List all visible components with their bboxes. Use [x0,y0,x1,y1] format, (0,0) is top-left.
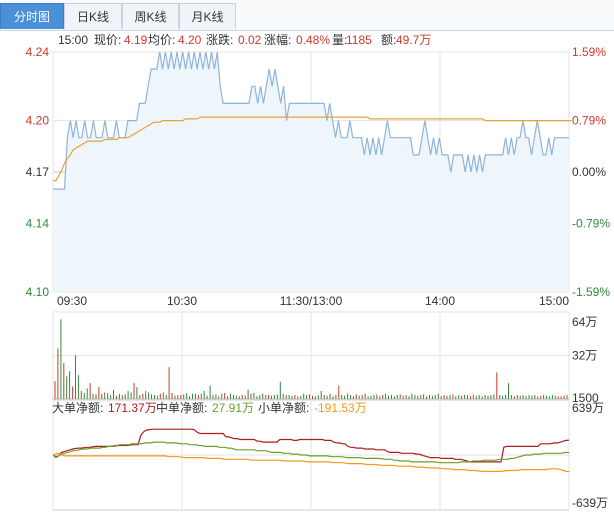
percent-y-tick: 0.00% [572,165,606,179]
info-price-value: 4.19 [124,33,148,47]
info-price-label: 现价: [94,33,121,47]
percent-y-tick: 0.79% [572,114,606,128]
tab-intraday[interactable]: 分时图 [0,3,64,29]
time-x-tick: 15:00 [539,294,569,308]
time-x-tick: 11:30/13:00 [280,294,343,308]
info-amount-value: 49.7万 [396,33,431,47]
percent-y-tick: -1.59% [572,285,610,299]
info-change-value: 0.02 [238,33,262,47]
tab-monthly-k[interactable]: 月K线 [179,3,236,29]
money-flow-panel: 639万 -639万 [52,399,608,511]
price-panel: 4.24 1.59% 4.20 0.79% 4.17 0.00% 4.14 -0.79% 4.1… [26,45,611,308]
time-x-tick: 10:30 [167,294,197,308]
volume-y-tick: 64万 [572,315,597,329]
flow-big-label: 大单净额: [52,401,103,415]
flow-small-value: -191.53万 [314,401,367,415]
flow-mid-value: 27.91万 [212,401,254,415]
flow-y-tick: 639万 [572,401,604,415]
volume-panel: 64万32万1500 [52,311,599,405]
time-x-tick: 14:00 [425,294,455,308]
time-x-tick: 09:30 [57,294,87,308]
info-avg-value: 4.20 [178,33,202,47]
flow-big-value: 171.37万 [108,401,157,415]
info-pct-label: 涨幅: [264,32,291,47]
tab-daily-k[interactable]: 日K线 [64,3,122,29]
price-y-tick: 4.24 [26,45,50,59]
price-y-tick: 4.20 [26,114,50,128]
price-y-tick: 4.17 [26,165,50,179]
percent-y-tick: -0.79% [572,216,610,230]
volume-y-tick: 32万 [572,349,597,363]
info-vol-value: 1185 [346,33,372,47]
price-y-tick: 4.10 [26,285,50,299]
info-pct-value: 0.48% [296,33,330,47]
info-avg-label: 均价: [148,33,175,47]
info-amount-label: 额: [381,33,396,47]
chart-tabs: 分时图 日K线 周K线 月K线 [0,0,614,31]
info-change-label: 涨跌: [206,32,233,47]
info-time: 15:00 [58,33,88,47]
percent-y-tick: 1.59% [572,45,606,59]
tab-weekly-k[interactable]: 周K线 [122,3,179,29]
price-y-tick: 4.14 [26,216,50,230]
flow-mid-label: 中单净额: [156,400,207,415]
intraday-chart: 15:00 现价: 4.19 均价: 4.20 涨跌: 0.02 涨幅: 0.4… [26,32,611,511]
flow-y-tick: -639万 [572,496,608,510]
flow-small-label: 小单净额: [258,401,309,415]
